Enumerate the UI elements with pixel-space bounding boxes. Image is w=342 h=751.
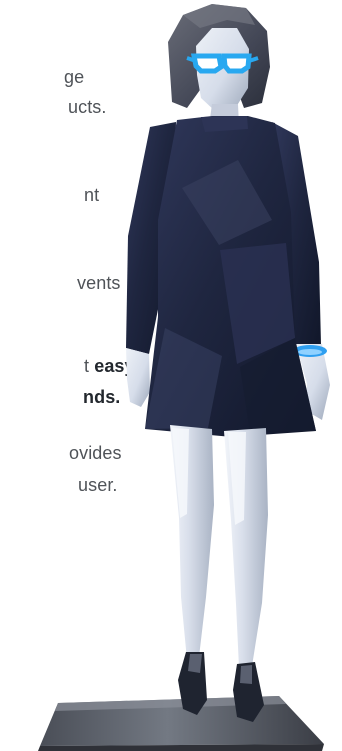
dress — [145, 116, 316, 437]
intro-line-2: ucts. — [68, 97, 107, 117]
intro-line-1: ge — [64, 67, 85, 87]
highlight-line-1: t easy — [84, 355, 135, 377]
arms — [126, 122, 330, 420]
tail-line-2: user. — [78, 475, 118, 495]
highlight-prefix: t — [84, 356, 95, 376]
intro-line-4: vents — [77, 273, 121, 293]
product-feature-panel: ge ucts. nt vents t easy nds. ovides use… — [0, 0, 342, 751]
mannequin-illustration-icon — [38, 4, 330, 751]
legs — [170, 425, 268, 668]
stand-base — [38, 696, 324, 751]
mannequin-figure — [0, 0, 342, 751]
bracelet — [293, 345, 327, 357]
head — [196, 28, 249, 126]
sunglasses — [186, 53, 259, 74]
highlight-line-2: nds. — [83, 387, 121, 407]
hair — [168, 4, 270, 108]
tail-line-1: ovides — [69, 443, 122, 463]
shoes — [178, 652, 264, 722]
intro-line-3: nt — [84, 185, 100, 205]
highlight-word: easy — [94, 356, 135, 376]
